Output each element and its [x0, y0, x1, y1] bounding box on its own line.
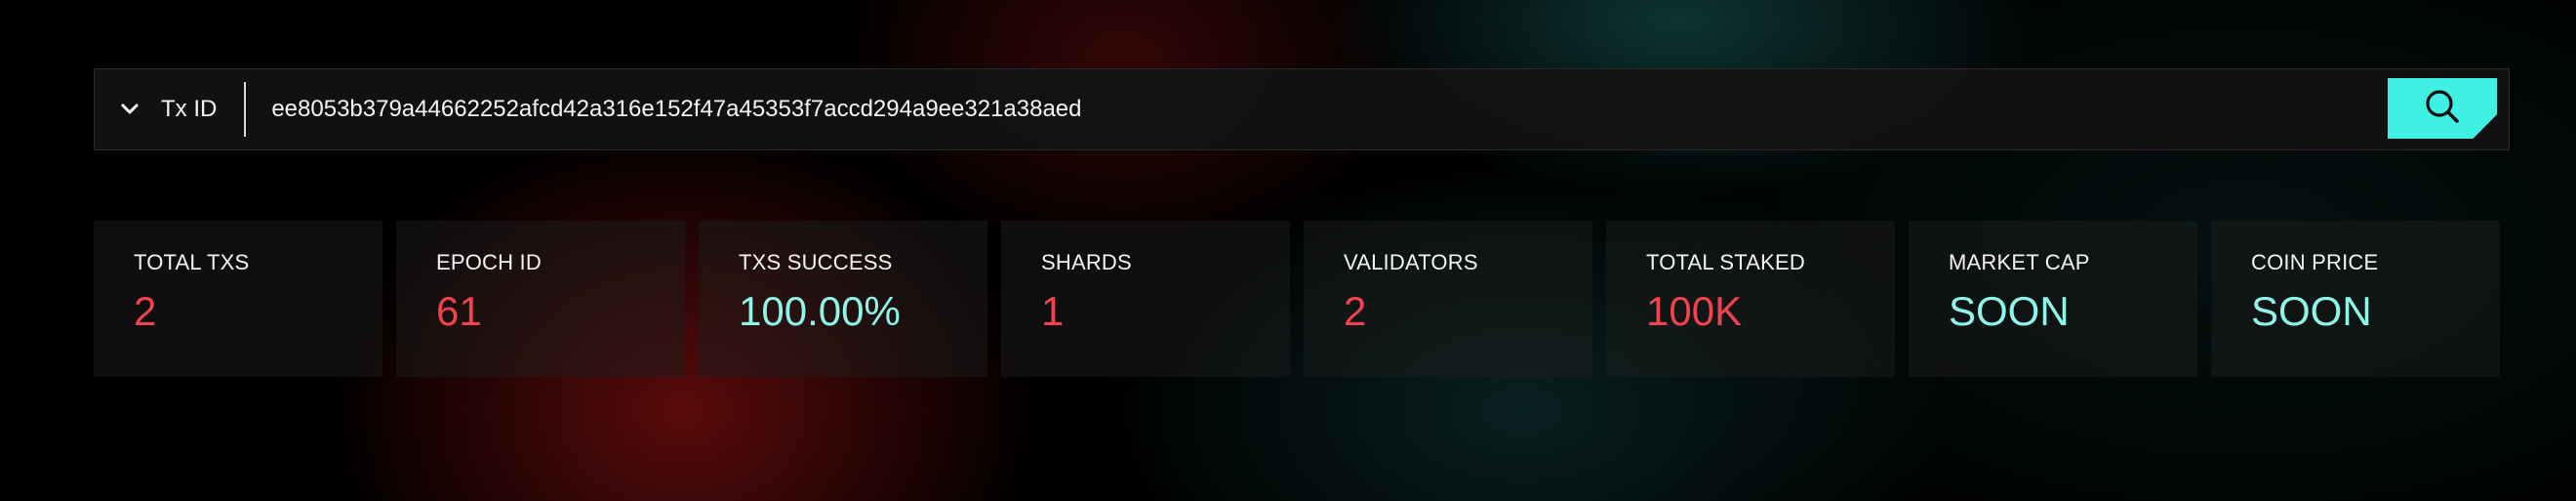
stat-card-total-staked: TOTAL STAKED 100K	[1606, 221, 1895, 377]
stat-label: COIN PRICE	[2251, 250, 2379, 274]
stats-row: TOTAL TXS 2 EPOCH ID 61 TXS SUCCESS 100.…	[94, 221, 2500, 377]
chevron-down-icon	[120, 100, 140, 119]
stat-value: 2	[134, 288, 157, 334]
search-type-dropdown[interactable]: Tx ID	[95, 69, 217, 149]
search-button[interactable]	[2388, 78, 2497, 139]
stat-card-shards: SHARDS 1	[1001, 221, 1290, 377]
stat-value: 100.00%	[739, 288, 901, 334]
stat-label: EPOCH ID	[436, 250, 542, 274]
stat-card-market-cap: MARKET CAP SOON	[1909, 221, 2197, 377]
stat-label: TOTAL TXS	[134, 250, 250, 274]
stat-card-coin-price: COIN PRICE SOON	[2211, 221, 2500, 377]
stat-label: MARKET CAP	[1949, 250, 2090, 274]
stat-card-epoch-id: EPOCH ID 61	[396, 221, 685, 377]
stat-label: SHARDS	[1041, 250, 1132, 274]
stat-value: SOON	[1949, 288, 2070, 334]
stat-value: 100K	[1646, 288, 1743, 334]
stat-value: SOON	[2251, 288, 2372, 334]
stat-label: VALIDATORS	[1344, 250, 1478, 274]
stat-card-txs-success: TXS SUCCESS 100.00%	[699, 221, 987, 377]
stat-card-validators: VALIDATORS 2	[1304, 221, 1592, 377]
search-icon	[2423, 87, 2462, 131]
search-bar: Tx ID	[94, 68, 2510, 150]
search-input[interactable]	[246, 68, 2509, 150]
stat-card-total-txs: TOTAL TXS 2	[94, 221, 382, 377]
search-type-label: Tx ID	[161, 96, 218, 122]
stat-label: TXS SUCCESS	[739, 250, 893, 274]
stat-value: 1	[1041, 288, 1065, 334]
stat-label: TOTAL STAKED	[1646, 250, 1805, 274]
stat-value: 2	[1344, 288, 1367, 334]
stat-value: 61	[436, 288, 482, 334]
